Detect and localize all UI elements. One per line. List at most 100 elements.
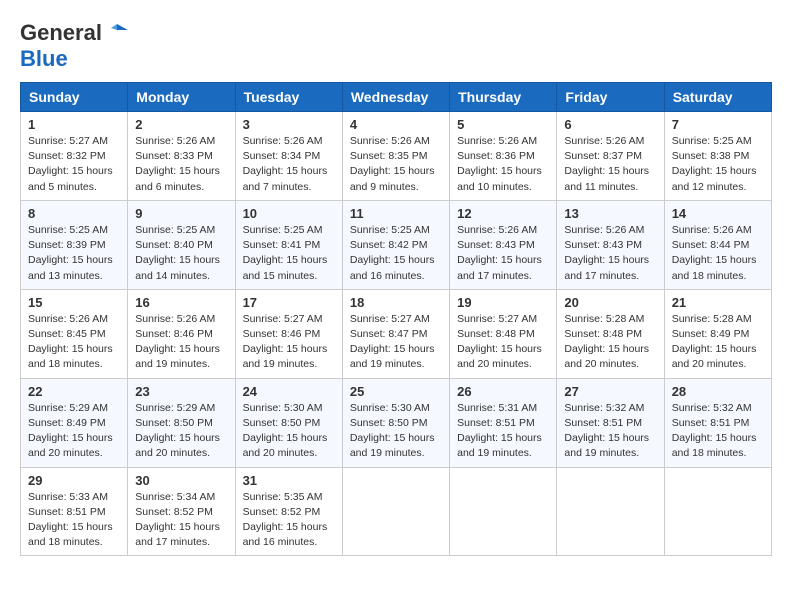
daylight-minutes: and 10 minutes. — [457, 181, 532, 193]
sunset-label: Sunset: 8:48 PM — [564, 328, 642, 340]
daylight-label: Daylight: 15 hours — [672, 254, 757, 266]
daylight-minutes: and 12 minutes. — [672, 181, 747, 193]
sunset-label: Sunset: 8:33 PM — [135, 150, 213, 162]
daylight-label: Daylight: 15 hours — [672, 432, 757, 444]
day-info: Sunrise: 5:30 AM Sunset: 8:50 PM Dayligh… — [350, 401, 442, 462]
day-number: 23 — [135, 384, 227, 399]
day-number: 17 — [243, 295, 335, 310]
daylight-label: Daylight: 15 hours — [28, 165, 113, 177]
daylight-minutes: and 20 minutes. — [457, 358, 532, 370]
calendar-header-row: SundayMondayTuesdayWednesdayThursdayFrid… — [21, 83, 772, 112]
calendar-cell: 22 Sunrise: 5:29 AM Sunset: 8:49 PM Dayl… — [21, 378, 128, 467]
day-info: Sunrise: 5:26 AM Sunset: 8:43 PM Dayligh… — [457, 223, 549, 284]
day-info: Sunrise: 5:33 AM Sunset: 8:51 PM Dayligh… — [28, 490, 120, 551]
day-number: 25 — [350, 384, 442, 399]
sunset-label: Sunset: 8:49 PM — [28, 417, 106, 429]
daylight-minutes: and 19 minutes. — [243, 358, 318, 370]
calendar-cell — [557, 467, 664, 556]
day-info: Sunrise: 5:26 AM Sunset: 8:37 PM Dayligh… — [564, 134, 656, 195]
daylight-label: Daylight: 15 hours — [564, 254, 649, 266]
sunrise-label: Sunrise: 5:28 AM — [672, 313, 752, 325]
daylight-label: Daylight: 15 hours — [564, 432, 649, 444]
sunrise-label: Sunrise: 5:26 AM — [135, 313, 215, 325]
day-number: 31 — [243, 473, 335, 488]
day-info: Sunrise: 5:28 AM Sunset: 8:48 PM Dayligh… — [564, 312, 656, 373]
sunrise-label: Sunrise: 5:27 AM — [457, 313, 537, 325]
day-info: Sunrise: 5:26 AM Sunset: 8:34 PM Dayligh… — [243, 134, 335, 195]
daylight-label: Daylight: 15 hours — [457, 165, 542, 177]
daylight-label: Daylight: 15 hours — [243, 343, 328, 355]
sunset-label: Sunset: 8:51 PM — [564, 417, 642, 429]
daylight-label: Daylight: 15 hours — [350, 432, 435, 444]
daylight-minutes: and 7 minutes. — [243, 181, 312, 193]
sunset-label: Sunset: 8:50 PM — [243, 417, 321, 429]
calendar-header-monday: Monday — [128, 83, 235, 112]
sunrise-label: Sunrise: 5:27 AM — [243, 313, 323, 325]
daylight-label: Daylight: 15 hours — [135, 254, 220, 266]
sunset-label: Sunset: 8:40 PM — [135, 239, 213, 251]
day-info: Sunrise: 5:29 AM Sunset: 8:49 PM Dayligh… — [28, 401, 120, 462]
sunrise-label: Sunrise: 5:25 AM — [243, 224, 323, 236]
calendar-cell: 1 Sunrise: 5:27 AM Sunset: 8:32 PM Dayli… — [21, 112, 128, 201]
day-number: 27 — [564, 384, 656, 399]
daylight-minutes: and 20 minutes. — [135, 447, 210, 459]
sunset-label: Sunset: 8:43 PM — [457, 239, 535, 251]
day-number: 18 — [350, 295, 442, 310]
day-number: 9 — [135, 206, 227, 221]
sunrise-label: Sunrise: 5:29 AM — [135, 402, 215, 414]
sunset-label: Sunset: 8:35 PM — [350, 150, 428, 162]
daylight-label: Daylight: 15 hours — [28, 254, 113, 266]
sunrise-label: Sunrise: 5:26 AM — [28, 313, 108, 325]
sunset-label: Sunset: 8:46 PM — [135, 328, 213, 340]
calendar-cell: 4 Sunrise: 5:26 AM Sunset: 8:35 PM Dayli… — [342, 112, 449, 201]
day-info: Sunrise: 5:28 AM Sunset: 8:49 PM Dayligh… — [672, 312, 764, 373]
daylight-label: Daylight: 15 hours — [243, 165, 328, 177]
day-info: Sunrise: 5:26 AM Sunset: 8:46 PM Dayligh… — [135, 312, 227, 373]
calendar-cell: 27 Sunrise: 5:32 AM Sunset: 8:51 PM Dayl… — [557, 378, 664, 467]
sunset-label: Sunset: 8:51 PM — [672, 417, 750, 429]
daylight-minutes: and 20 minutes. — [564, 358, 639, 370]
calendar-cell: 5 Sunrise: 5:26 AM Sunset: 8:36 PM Dayli… — [450, 112, 557, 201]
daylight-label: Daylight: 15 hours — [28, 521, 113, 533]
calendar-cell — [450, 467, 557, 556]
sunrise-label: Sunrise: 5:31 AM — [457, 402, 537, 414]
page-header: General Blue — [20, 20, 772, 72]
daylight-label: Daylight: 15 hours — [135, 343, 220, 355]
calendar-week-5: 29 Sunrise: 5:33 AM Sunset: 8:51 PM Dayl… — [21, 467, 772, 556]
calendar-cell: 17 Sunrise: 5:27 AM Sunset: 8:46 PM Dayl… — [235, 289, 342, 378]
day-info: Sunrise: 5:27 AM Sunset: 8:32 PM Dayligh… — [28, 134, 120, 195]
daylight-label: Daylight: 15 hours — [672, 165, 757, 177]
calendar-cell: 11 Sunrise: 5:25 AM Sunset: 8:42 PM Dayl… — [342, 200, 449, 289]
daylight-label: Daylight: 15 hours — [564, 165, 649, 177]
daylight-minutes: and 19 minutes. — [457, 447, 532, 459]
daylight-label: Daylight: 15 hours — [28, 432, 113, 444]
sunset-label: Sunset: 8:46 PM — [243, 328, 321, 340]
daylight-minutes: and 16 minutes. — [243, 536, 318, 548]
calendar-week-2: 8 Sunrise: 5:25 AM Sunset: 8:39 PM Dayli… — [21, 200, 772, 289]
sunset-label: Sunset: 8:44 PM — [672, 239, 750, 251]
daylight-label: Daylight: 15 hours — [350, 343, 435, 355]
calendar-cell: 24 Sunrise: 5:30 AM Sunset: 8:50 PM Dayl… — [235, 378, 342, 467]
calendar-cell: 6 Sunrise: 5:26 AM Sunset: 8:37 PM Dayli… — [557, 112, 664, 201]
sunset-label: Sunset: 8:52 PM — [243, 506, 321, 518]
daylight-minutes: and 11 minutes. — [564, 181, 638, 193]
daylight-minutes: and 20 minutes. — [672, 358, 747, 370]
sunset-label: Sunset: 8:50 PM — [135, 417, 213, 429]
sunset-label: Sunset: 8:47 PM — [350, 328, 428, 340]
sunrise-label: Sunrise: 5:30 AM — [350, 402, 430, 414]
day-number: 21 — [672, 295, 764, 310]
calendar-cell: 30 Sunrise: 5:34 AM Sunset: 8:52 PM Dayl… — [128, 467, 235, 556]
daylight-minutes: and 18 minutes. — [672, 447, 747, 459]
sunrise-label: Sunrise: 5:25 AM — [672, 135, 752, 147]
calendar-table: SundayMondayTuesdayWednesdayThursdayFrid… — [20, 82, 772, 556]
calendar-cell: 20 Sunrise: 5:28 AM Sunset: 8:48 PM Dayl… — [557, 289, 664, 378]
sunrise-label: Sunrise: 5:26 AM — [350, 135, 430, 147]
daylight-minutes: and 9 minutes. — [350, 181, 419, 193]
calendar-cell: 29 Sunrise: 5:33 AM Sunset: 8:51 PM Dayl… — [21, 467, 128, 556]
day-info: Sunrise: 5:31 AM Sunset: 8:51 PM Dayligh… — [457, 401, 549, 462]
calendar-cell: 31 Sunrise: 5:35 AM Sunset: 8:52 PM Dayl… — [235, 467, 342, 556]
logo-blue: Blue — [20, 46, 68, 71]
calendar-cell: 19 Sunrise: 5:27 AM Sunset: 8:48 PM Dayl… — [450, 289, 557, 378]
daylight-label: Daylight: 15 hours — [28, 343, 113, 355]
daylight-label: Daylight: 15 hours — [243, 432, 328, 444]
